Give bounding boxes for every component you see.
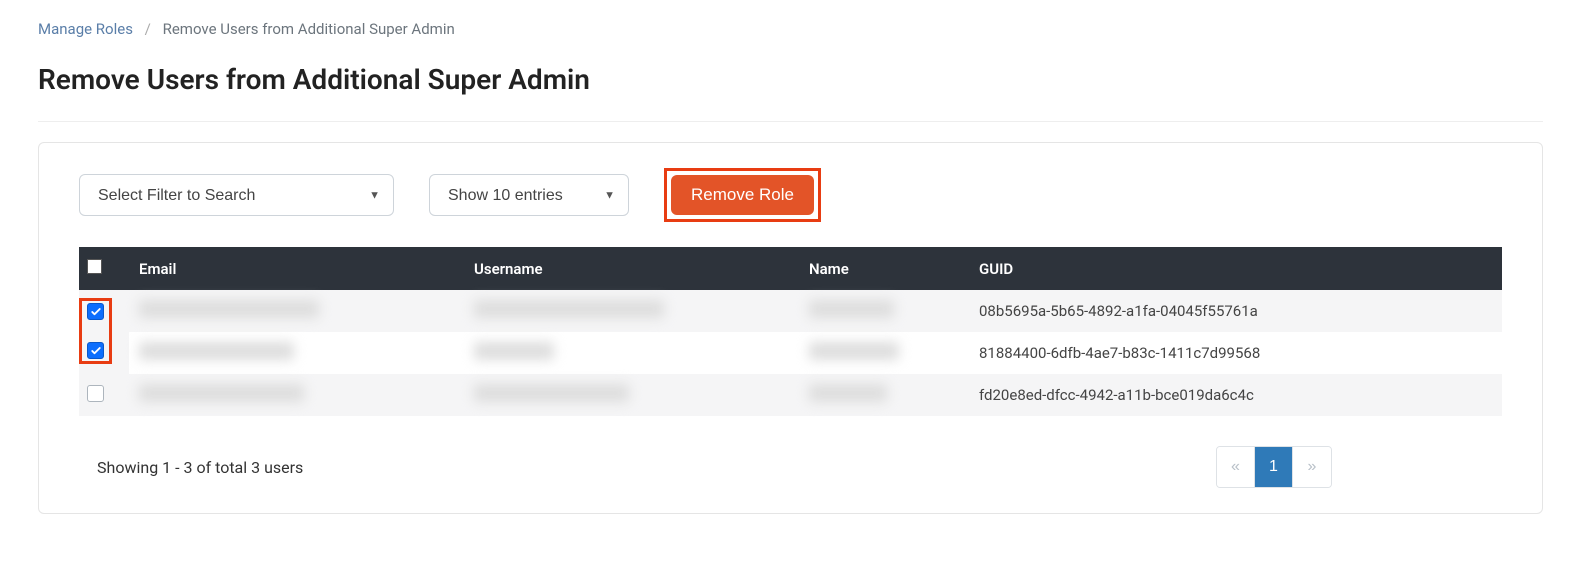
row-checkbox[interactable] [87, 342, 104, 359]
cell-name [809, 342, 899, 360]
cell-email [139, 300, 319, 318]
divider [38, 121, 1543, 122]
column-header-email[interactable]: Email [129, 247, 464, 290]
pagination-page-1[interactable]: 1 [1255, 447, 1293, 487]
page-title: Remove Users from Additional Super Admin [38, 63, 1543, 96]
remove-role-button[interactable]: Remove Role [671, 175, 814, 215]
cell-guid: fd20e8ed-dfcc-4942-a11b-bce019da6c4c [969, 374, 1502, 416]
pagination: « 1 » [1216, 446, 1332, 488]
table-row: 08b5695a-5b65-4892-a1fa-04045f55761a [79, 290, 1502, 332]
table-row: fd20e8ed-dfcc-4942-a11b-bce019da6c4c [79, 374, 1502, 416]
cell-email [139, 342, 294, 360]
showing-text: Showing 1 - 3 of total 3 users [97, 458, 303, 477]
breadcrumb-current: Remove Users from Additional Super Admin [163, 20, 455, 38]
remove-role-highlight: Remove Role [664, 168, 821, 222]
cell-name [809, 300, 894, 318]
breadcrumb-root-link[interactable]: Manage Roles [38, 20, 133, 38]
table-footer: Showing 1 - 3 of total 3 users « 1 » [79, 446, 1502, 488]
row-checkbox[interactable] [87, 303, 104, 320]
entries-select[interactable]: Show 10 entries [429, 174, 629, 216]
cell-username [474, 342, 554, 360]
users-table: Email Username Name GUID [79, 247, 1502, 416]
pagination-prev[interactable]: « [1217, 447, 1255, 487]
checkbox-highlight [79, 298, 112, 364]
cell-guid: 81884400-6dfb-4ae7-b83c-1411c7d99568 [969, 332, 1502, 374]
column-header-username[interactable]: Username [464, 247, 799, 290]
cell-username [474, 384, 629, 402]
pagination-next[interactable]: » [1293, 447, 1331, 487]
table-row: 81884400-6dfb-4ae7-b83c-1411c7d99568 [79, 332, 1502, 374]
main-panel: Select Filter to Search ▼ Show 10 entrie… [38, 142, 1543, 514]
breadcrumb-separator: / [145, 20, 151, 38]
cell-guid: 08b5695a-5b65-4892-a1fa-04045f55761a [969, 290, 1502, 332]
cell-name [809, 384, 887, 402]
cell-username [474, 300, 664, 318]
cell-email [139, 384, 304, 402]
filter-select[interactable]: Select Filter to Search [79, 174, 394, 216]
row-checkbox[interactable] [87, 385, 104, 402]
select-all-checkbox[interactable] [87, 259, 102, 274]
toolbar: Select Filter to Search ▼ Show 10 entrie… [79, 168, 1502, 222]
column-header-name[interactable]: Name [799, 247, 969, 290]
breadcrumb: Manage Roles / Remove Users from Additio… [38, 20, 1543, 38]
column-header-guid[interactable]: GUID [969, 247, 1502, 290]
